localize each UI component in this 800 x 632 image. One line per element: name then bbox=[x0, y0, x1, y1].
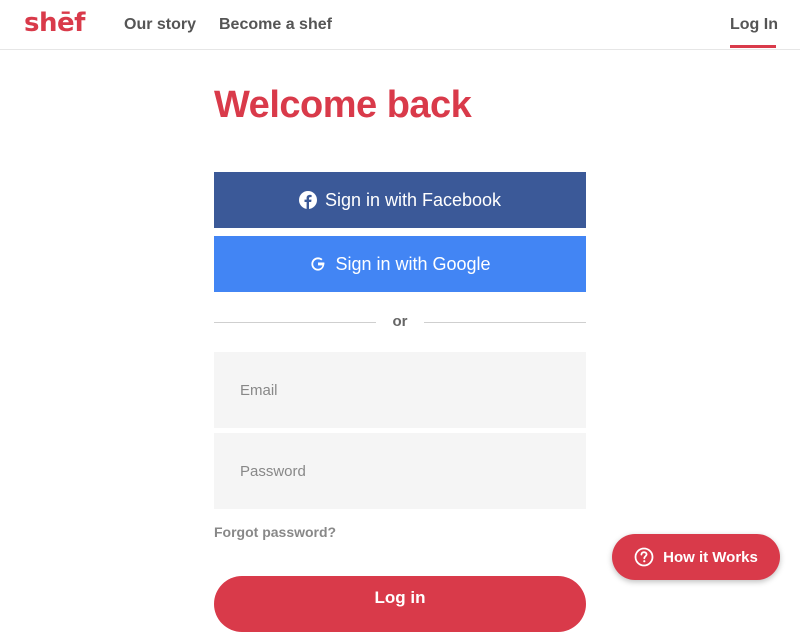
google-signin-label: Sign in with Google bbox=[335, 253, 491, 274]
google-signin-button[interactable]: Sign in with Google bbox=[214, 236, 586, 292]
forgot-password-link[interactable]: Forgot password? bbox=[214, 524, 336, 540]
facebook-signin-button[interactable]: Sign in with Facebook bbox=[214, 172, 586, 228]
question-circle-icon bbox=[634, 547, 654, 567]
google-icon bbox=[309, 255, 327, 273]
how-it-works-label: How it Works bbox=[663, 548, 758, 566]
facebook-signin-label: Sign in with Facebook bbox=[324, 189, 502, 210]
nav-login-link[interactable]: Log In bbox=[730, 16, 778, 34]
or-divider-text: or bbox=[392, 313, 408, 330]
divider-line-left bbox=[214, 322, 376, 323]
divider-line-right bbox=[424, 322, 586, 323]
facebook-icon bbox=[298, 191, 317, 209]
nav-our-story-link[interactable]: Our story bbox=[124, 16, 196, 34]
page-title: Welcome back bbox=[214, 84, 472, 126]
shef-logo[interactable]: shēf bbox=[24, 8, 85, 38]
login-button[interactable]: Log in bbox=[214, 576, 586, 632]
nav-become-shef-link[interactable]: Become a shef bbox=[219, 16, 332, 34]
password-field[interactable] bbox=[214, 433, 586, 509]
active-nav-underline bbox=[730, 45, 776, 48]
email-field[interactable] bbox=[214, 352, 586, 428]
how-it-works-button[interactable]: How it Works bbox=[612, 534, 780, 580]
top-navigation-bar: shēf Our story Become a shef Log In bbox=[0, 0, 800, 50]
